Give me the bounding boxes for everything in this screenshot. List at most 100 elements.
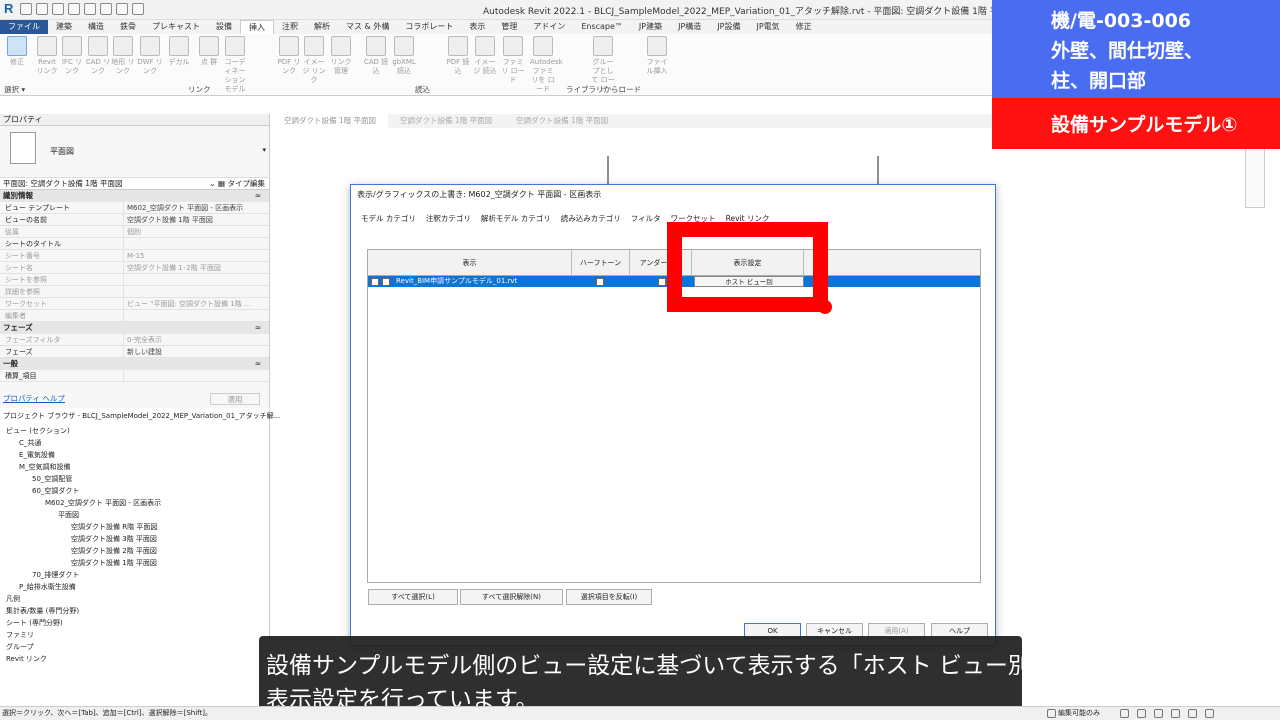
ribbon-tab[interactable]: JP電気 bbox=[748, 20, 787, 34]
ribbon-button[interactable]: gbXML 読込 bbox=[391, 36, 417, 76]
ribbon-button[interactable]: CAD 読込 bbox=[363, 36, 389, 76]
ribbon-tab[interactable]: JP構造 bbox=[670, 20, 709, 34]
property-row[interactable]: シートを参照 bbox=[0, 274, 269, 286]
ribbon-button[interactable]: コーディネーション モデル bbox=[222, 36, 248, 94]
ribbon-button[interactable]: Revit リンク bbox=[34, 36, 60, 76]
ribbon-button[interactable]: イメージ 読込 bbox=[472, 36, 498, 76]
filter-icon[interactable] bbox=[1205, 709, 1214, 718]
checkbox-icon[interactable] bbox=[1047, 709, 1056, 718]
ribbon-tab[interactable]: JP建築 bbox=[631, 20, 670, 34]
ribbon-group-label[interactable]: 選択 ▾ bbox=[4, 84, 25, 95]
ribbon-tab[interactable]: 表示 bbox=[461, 20, 493, 34]
property-row[interactable]: 編集者 bbox=[0, 310, 269, 322]
browser-item[interactable]: 空調ダクト設備 R階 平面図 bbox=[71, 522, 157, 533]
property-value[interactable] bbox=[124, 274, 269, 285]
property-value[interactable]: M602_空調ダクト 平面図 - 区画表示 bbox=[124, 202, 269, 213]
property-row[interactable]: フェーズフィルタ 0-完全表示 bbox=[0, 334, 269, 346]
browser-item[interactable]: 集計表/数量 (専門分野) bbox=[6, 606, 79, 617]
property-value[interactable]: M-15 bbox=[124, 250, 269, 261]
ribbon-tab[interactable]: プレキャスト bbox=[144, 20, 208, 34]
browser-item[interactable]: グループ bbox=[6, 642, 34, 653]
dialog-tab[interactable]: 解析モデル カテゴリ bbox=[481, 213, 551, 225]
ribbon-tab[interactable]: 管理 bbox=[493, 20, 525, 34]
property-row[interactable]: シート番号 M-15 bbox=[0, 250, 269, 262]
instance-selector[interactable]: 平面図: 空調ダクト設備 1階 平面図 ⌄ ▦ タイプ編集 bbox=[0, 178, 269, 190]
underlay-checkbox[interactable] bbox=[658, 278, 666, 286]
save-icon[interactable] bbox=[36, 3, 48, 15]
invert-selection-button[interactable]: 選択項目を反転(I) bbox=[566, 589, 652, 605]
property-value[interactable]: 空調ダクト設備 1･2階 平面図 bbox=[124, 262, 269, 273]
print-icon[interactable] bbox=[100, 3, 112, 15]
ribbon-button[interactable]: ファミリ ロード bbox=[500, 36, 526, 85]
ribbon-tab[interactable]: コラボレート bbox=[397, 20, 461, 34]
property-value[interactable]: 0-完全表示 bbox=[124, 334, 269, 345]
underlay-select-icon[interactable] bbox=[1137, 709, 1146, 718]
pinned-select-icon[interactable] bbox=[1154, 709, 1163, 718]
browser-item[interactable]: 50_空調配管 bbox=[32, 474, 72, 485]
browser-item[interactable]: 空調ダクト設備 2階 平面図 bbox=[71, 546, 157, 557]
property-value[interactable] bbox=[124, 370, 269, 381]
property-category[interactable]: 識別情報 ≈ bbox=[0, 190, 269, 202]
property-row[interactable]: ビュー テンプレート M602_空調ダクト 平面図 - 区画表示 bbox=[0, 202, 269, 214]
expand-icon[interactable] bbox=[371, 278, 379, 286]
redo-icon[interactable] bbox=[84, 3, 96, 15]
visibility-checkbox[interactable] bbox=[382, 278, 390, 286]
ribbon-button[interactable]: イメージ リンク bbox=[301, 36, 327, 85]
ribbon-button[interactable]: DWF リンク bbox=[137, 36, 163, 76]
ribbon-tab[interactable]: マス & 外構 bbox=[338, 20, 397, 34]
browser-item[interactable]: P_給排水衛生設備 bbox=[19, 582, 76, 593]
property-row[interactable]: 積算_項目 bbox=[0, 370, 269, 382]
ribbon-button[interactable]: IFC リンク bbox=[59, 36, 85, 76]
type-selector[interactable]: 平面図 ▾ bbox=[0, 126, 269, 178]
view-tab[interactable]: 空調ダクト設備 1階 平面図 bbox=[504, 114, 620, 128]
browser-item[interactable]: 平面図 bbox=[58, 510, 79, 521]
drag-select-icon[interactable] bbox=[1188, 709, 1197, 718]
property-value[interactable] bbox=[124, 286, 269, 297]
face-select-icon[interactable] bbox=[1171, 709, 1180, 718]
browser-item[interactable]: シート (専門分野) bbox=[6, 618, 63, 629]
ribbon-tab[interactable]: 解析 bbox=[306, 20, 338, 34]
browser-item[interactable]: 70_排煙ダクト bbox=[32, 570, 79, 581]
collapse-icon[interactable]: ≈ bbox=[255, 322, 261, 334]
ribbon-tab[interactable]: 設備 bbox=[208, 20, 240, 34]
collapse-icon[interactable]: ≈ bbox=[255, 190, 261, 202]
browser-item[interactable]: ビュー (セクション) bbox=[6, 426, 70, 437]
property-row[interactable]: フェーズ 新しい建設 bbox=[0, 346, 269, 358]
ribbon-button[interactable]: Autodesk ファミリを ロード bbox=[530, 36, 563, 94]
navigation-bar[interactable] bbox=[1245, 148, 1265, 208]
property-row[interactable]: シート名 空調ダクト設備 1･2階 平面図 bbox=[0, 262, 269, 274]
ribbon-tab[interactable]: Enscape™ bbox=[573, 20, 631, 34]
property-value[interactable] bbox=[124, 238, 269, 249]
dialog-tab[interactable]: フィルタ bbox=[631, 213, 661, 225]
property-row[interactable]: シートのタイトル bbox=[0, 238, 269, 250]
ribbon-button[interactable]: PDF 読込 bbox=[445, 36, 471, 76]
property-value[interactable]: 個別 bbox=[124, 226, 269, 237]
properties-help-link[interactable]: プロパティ ヘルプ bbox=[3, 392, 65, 406]
ribbon-tab[interactable]: 挿入 bbox=[240, 20, 274, 34]
dialog-tab[interactable]: 読み込みカテゴリ bbox=[561, 213, 621, 225]
property-row[interactable]: ビューの名前 空調ダクト設備 1階 平面図 bbox=[0, 214, 269, 226]
ribbon-tab[interactable]: 構造 bbox=[80, 20, 112, 34]
browser-item[interactable]: ファミリ bbox=[6, 630, 34, 641]
measure-icon[interactable] bbox=[116, 3, 128, 15]
property-value[interactable] bbox=[124, 310, 269, 321]
ribbon-tab[interactable]: 鉄骨 bbox=[112, 20, 144, 34]
collapse-icon[interactable]: ≈ bbox=[255, 358, 261, 370]
browser-item[interactable]: M602_空調ダクト 平面図 - 区画表示 bbox=[45, 498, 161, 509]
ribbon-tab[interactable]: 建築 bbox=[48, 20, 80, 34]
apply-button[interactable]: 適用 bbox=[210, 393, 260, 405]
ribbon-button[interactable]: ファイル挿入 bbox=[644, 36, 670, 76]
open-icon[interactable] bbox=[20, 3, 32, 15]
view-tab[interactable]: 空調ダクト設備 1階 平面図 bbox=[272, 114, 389, 128]
browser-item[interactable]: 空調ダクト設備 3階 平面図 bbox=[71, 534, 157, 545]
ribbon-button[interactable]: 点 群 bbox=[196, 36, 222, 67]
view-tab[interactable]: 空調ダクト設備 1階 平面図 bbox=[388, 114, 504, 128]
ribbon-button[interactable]: 地形 リンク bbox=[110, 36, 136, 76]
property-value[interactable]: ビュー "平面図: 空調ダクト設備 1階 ... bbox=[124, 298, 269, 309]
browser-item[interactable]: 空調ダクト設備 1階 平面図 bbox=[71, 558, 157, 569]
link-select-icon[interactable] bbox=[1120, 709, 1129, 718]
deselect-all-button[interactable]: すべて選択解除(N) bbox=[460, 589, 563, 605]
halftone-checkbox[interactable] bbox=[596, 278, 604, 286]
property-category[interactable]: フェーズ ≈ bbox=[0, 322, 269, 334]
ribbon-button[interactable]: リンク 管理 bbox=[328, 36, 354, 76]
